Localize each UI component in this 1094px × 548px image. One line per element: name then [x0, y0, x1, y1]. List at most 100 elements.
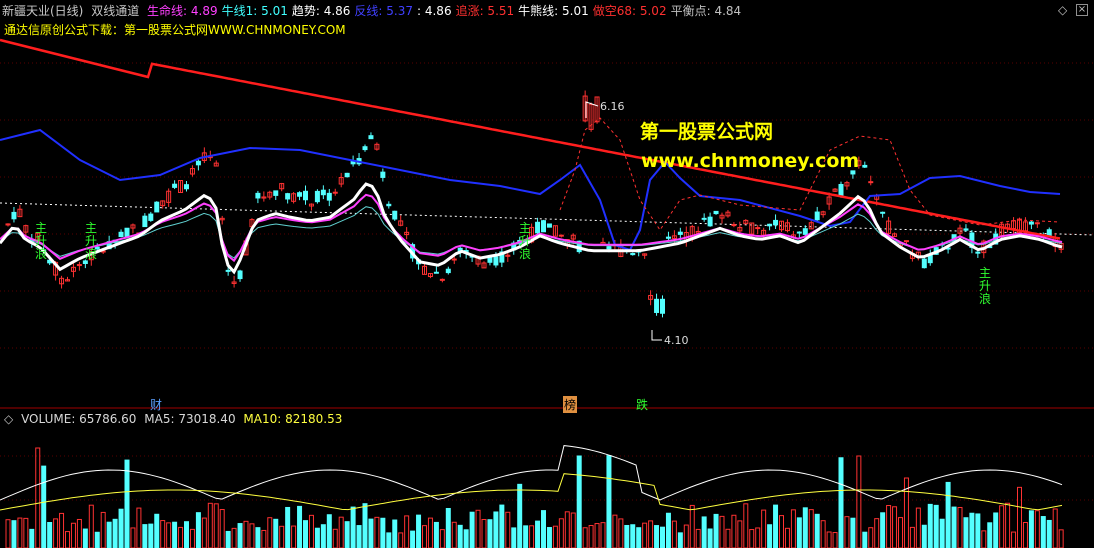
volume-bar	[88, 504, 94, 548]
candle-body	[303, 190, 308, 201]
volume-bar	[1058, 529, 1064, 548]
volume-bar	[606, 455, 612, 548]
stock-name: 新疆天业(日线)	[2, 4, 84, 18]
volume-bar	[725, 528, 731, 548]
volume-bar	[172, 521, 178, 548]
volume-bar	[451, 521, 457, 548]
diamond-icon[interactable]: ◇	[1058, 4, 1070, 16]
candle-body	[118, 231, 124, 238]
volume-bar	[285, 506, 291, 548]
volume-bar	[868, 527, 874, 548]
volume-bar	[404, 515, 410, 548]
ma10-value: MA10: 82180.53	[243, 412, 343, 426]
candle-body	[433, 271, 439, 274]
volume-bar	[237, 523, 243, 548]
volume-bar	[225, 530, 231, 548]
candle-body	[713, 210, 719, 215]
volume-bar	[945, 481, 951, 548]
volume-bar	[784, 527, 790, 548]
volume-bar	[1034, 510, 1040, 548]
volume-bar	[665, 512, 671, 548]
volume-bar	[808, 509, 814, 548]
candle-body	[535, 221, 541, 234]
candlestick-chart[interactable]	[0, 0, 1094, 548]
volume-bar	[273, 518, 279, 548]
candle-body	[1028, 221, 1034, 225]
volume-bar	[951, 506, 957, 548]
candle-body	[665, 236, 671, 239]
volume-bar	[546, 527, 552, 548]
event-die-marker[interactable]: 跌	[636, 396, 648, 413]
volume-bar	[5, 519, 11, 548]
volume-bar	[416, 514, 422, 548]
volume-bar	[856, 455, 862, 548]
volume-bar	[410, 530, 416, 548]
volume-bar	[261, 529, 267, 548]
close-icon[interactable]: ×	[1076, 4, 1088, 16]
candle-body	[862, 164, 868, 168]
candle-body	[368, 135, 374, 140]
candle-body	[148, 213, 154, 221]
candle-body	[660, 298, 665, 314]
volume-bar	[297, 505, 303, 548]
indicator-item: 平衡点: 4.84	[670, 4, 742, 18]
volume-bar	[142, 524, 148, 548]
volume-bar	[201, 517, 207, 548]
volume-bar	[832, 532, 838, 548]
volume-bar	[975, 513, 981, 548]
volume-bar	[892, 506, 898, 548]
indicator-item: 追涨: 5.51	[455, 4, 515, 18]
volume-bar	[439, 529, 445, 548]
volume-bar	[207, 502, 213, 548]
volume-bar	[112, 518, 118, 548]
volume-bar	[65, 531, 70, 548]
volume-bar	[660, 526, 665, 548]
volume-bar	[106, 521, 112, 548]
volume-bar	[987, 522, 993, 548]
volume-bar	[1028, 510, 1034, 548]
indicator-item: 趋势: 4.86	[291, 4, 351, 18]
candle-body	[654, 298, 660, 313]
candle-body	[225, 269, 231, 272]
volume-bar	[499, 504, 505, 548]
volume-bar	[618, 518, 624, 548]
candle-body	[82, 260, 88, 265]
volume-bar	[743, 503, 749, 548]
candle-body	[237, 270, 243, 280]
candle-body	[701, 217, 707, 220]
volume-bar	[767, 524, 773, 548]
volume-bar	[671, 520, 677, 548]
candle-body	[773, 219, 779, 226]
volume-bar	[886, 505, 892, 548]
volume-bar	[802, 507, 808, 548]
volume-bar	[695, 528, 701, 548]
volume-bar	[1046, 519, 1052, 548]
volume-bar	[338, 516, 344, 548]
volume-bar	[969, 512, 975, 548]
volume-bar	[939, 518, 945, 548]
event-bang-marker[interactable]: 榜	[563, 396, 578, 413]
volume-bar	[570, 512, 576, 548]
candle-body	[297, 192, 303, 197]
volume-bar	[594, 523, 600, 548]
formula-source-text: 通达信原创公式下载：第一股票公式网WWW.CHNMONEY.COM	[4, 23, 346, 37]
volume-bar	[511, 527, 517, 548]
candle-body	[255, 192, 261, 199]
volume-bar	[53, 518, 59, 548]
volume-bar	[677, 532, 683, 548]
volume-bar	[933, 504, 939, 548]
volume-bar	[731, 514, 737, 548]
volume-bar	[761, 509, 767, 548]
volume-bar	[535, 520, 541, 548]
volume-bar	[231, 527, 237, 548]
volume-bar	[148, 523, 154, 548]
volume-bar	[481, 518, 487, 548]
candle-body	[314, 190, 320, 203]
volume-bar	[249, 523, 255, 548]
volume-bar	[392, 519, 398, 548]
low-price-label: 4.10	[664, 334, 689, 347]
volume-ma5	[0, 445, 1063, 501]
candle-body	[392, 210, 398, 220]
volume-bar	[820, 520, 826, 548]
volume-icon: ◇	[4, 412, 14, 426]
